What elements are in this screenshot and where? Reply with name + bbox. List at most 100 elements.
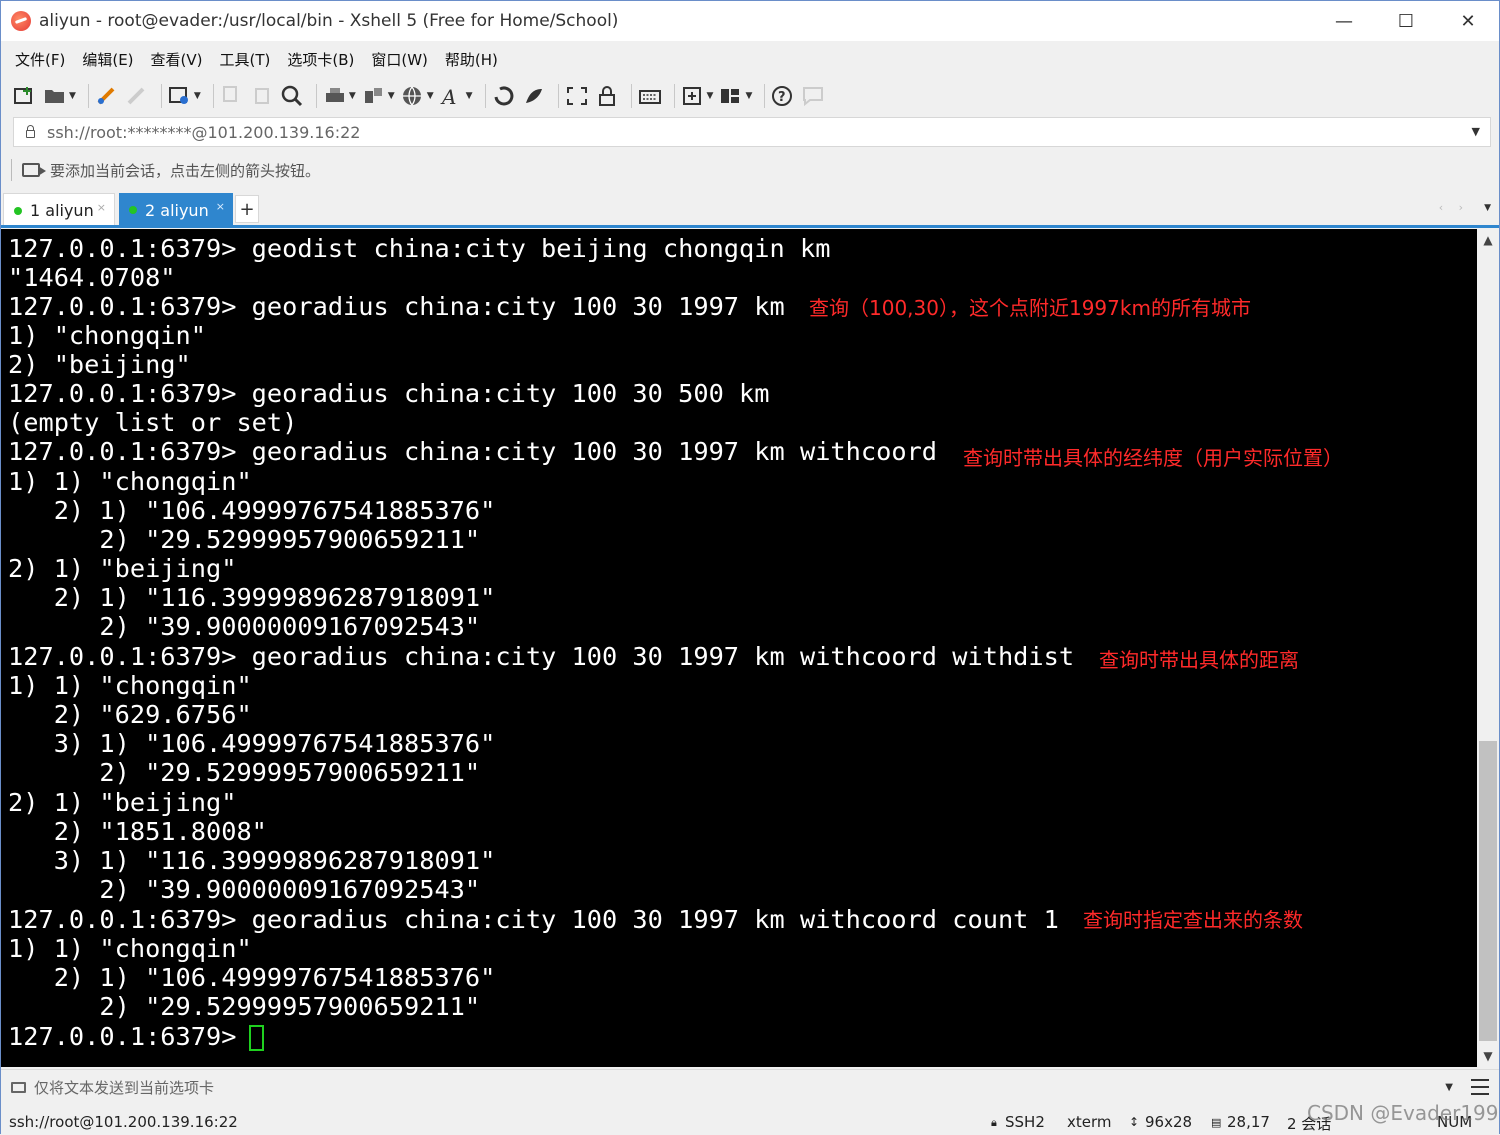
connected-status-icon <box>14 206 22 215</box>
menu-tools[interactable]: 工具(T) <box>220 49 271 70</box>
add-tab-button[interactable]: + <box>235 195 259 223</box>
terminal-line: 2) "29.52999957900659211" <box>8 758 481 787</box>
print-icon <box>325 88 344 102</box>
layout-button[interactable]: ▼ <box>719 81 752 111</box>
menu-window[interactable]: 窗口(W) <box>371 49 428 70</box>
fullscreen-button[interactable] <box>565 81 589 111</box>
chevron-down-icon: ▼ <box>193 91 201 101</box>
terminal-cursor <box>249 1025 264 1051</box>
address-dropdown-icon[interactable]: ▼ <box>1472 125 1480 138</box>
tab-list-dropdown-icon[interactable]: ▼ <box>1484 203 1491 213</box>
terminal-line: 2) "29.52999957900659211" <box>8 525 481 554</box>
terminal-line: 2) "beijing" <box>8 350 191 379</box>
paste-button[interactable] <box>250 81 274 111</box>
tab-close-icon[interactable]: × <box>216 200 225 213</box>
script-icon <box>494 86 513 106</box>
toolbar-separator <box>160 84 162 108</box>
status-cursor-position: 28,17 <box>1227 1113 1270 1131</box>
tab-label: 1 aliyun <box>30 201 94 220</box>
active-tab-underline <box>1 225 1499 228</box>
new-tab-button[interactable]: ▼ <box>681 81 713 111</box>
close-button[interactable]: ✕ <box>1437 1 1499 41</box>
layout-icon <box>721 89 740 103</box>
terminal-line: 2) "29.52999957900659211" <box>8 992 481 1021</box>
xftp-icon <box>525 89 542 103</box>
svg-text:A: A <box>440 85 456 107</box>
terminal-line: 1) 1) "chongqin" <box>8 934 252 963</box>
compose-dropdown-icon[interactable]: ▼ <box>1445 1082 1453 1093</box>
terminal-line: 2) 1) "106.49999767541885376" <box>8 963 496 992</box>
terminal-line: 3) 1) "106.49999767541885376" <box>8 729 496 758</box>
terminal-line: (empty list or set) <box>8 408 298 437</box>
status-terminal-type: xterm <box>1067 1113 1112 1131</box>
terminal-line: "1464.0708" <box>8 263 176 292</box>
tab-bar: 1 aliyun × 2 aliyun × + ‹ › ▼ <box>1 191 1499 228</box>
annotation-note: 查询（100,30），这个点附近1997km的所有城市 <box>809 296 1251 320</box>
address-bar[interactable]: ssh://root:********@101.200.139.16:22 ▼ <box>13 117 1491 147</box>
font-button[interactable]: A ▼ <box>440 81 473 111</box>
new-session-button[interactable] <box>13 81 37 111</box>
scrollbar-thumb[interactable] <box>1479 741 1497 1041</box>
menu-help[interactable]: 帮助(H) <box>445 49 498 70</box>
chevron-down-icon: ▼ <box>387 91 395 101</box>
terminal-scrollbar[interactable]: ▲ ▼ <box>1477 229 1499 1067</box>
keyboard-icon <box>638 90 661 104</box>
terminal-line: 127.0.0.1:6379> georadius china:city 100… <box>8 437 938 466</box>
svg-text:?: ? <box>778 90 786 105</box>
terminal-line: 2) "629.6756" <box>8 700 252 729</box>
maximize-button[interactable]: ☐ <box>1375 1 1437 41</box>
hamburger-menu-icon[interactable] <box>1471 1079 1489 1095</box>
menu-file[interactable]: 文件(F) <box>15 49 65 70</box>
toolbar-separator <box>673 84 675 108</box>
transfer-button[interactable]: ▼ <box>362 81 395 111</box>
status-protocol: SSH2 <box>1005 1113 1045 1131</box>
connect-button[interactable] <box>95 81 119 111</box>
watermark: CSDN @Evader1997 <box>1307 1101 1500 1125</box>
tab-label: 2 aliyun <box>145 200 209 220</box>
scroll-up-icon[interactable]: ▲ <box>1477 229 1499 251</box>
keyboard-button[interactable] <box>638 81 662 111</box>
connected-status-icon <box>129 206 137 214</box>
toolbar-separator <box>212 84 214 108</box>
divider <box>11 159 12 181</box>
chat-button[interactable] <box>801 81 825 111</box>
help-button[interactable]: ? <box>771 81 795 111</box>
address-field[interactable]: ssh://root:********@101.200.139.16:22 <box>47 123 360 142</box>
xftp-button[interactable] <box>522 81 546 111</box>
properties-icon <box>168 87 188 104</box>
connect-icon <box>97 87 115 105</box>
compose-bar[interactable]: 仅将文本发送到当前选项卡 ▼ <box>1 1069 1499 1105</box>
lock-icon <box>26 125 35 138</box>
terminal-line: 127.0.0.1:6379> georadius china:city 100… <box>8 292 785 321</box>
terminal-line: 2) 1) "beijing" <box>8 788 237 817</box>
chat-icon <box>803 87 824 107</box>
terminal-pane[interactable]: 127.0.0.1:6379> geodist china:city beiji… <box>1 229 1477 1067</box>
properties-button[interactable]: ▼ <box>168 81 201 111</box>
print-button[interactable]: ▼ <box>323 81 356 111</box>
menu-edit[interactable]: 编辑(E) <box>82 49 133 70</box>
minimize-button[interactable]: — <box>1313 1 1375 41</box>
annotation-note: 查询时带出具体的距离 <box>1099 648 1299 672</box>
compose-target-label: 仅将文本发送到当前选项卡 <box>34 1079 215 1097</box>
tab-scroll-arrows-icon[interactable]: ‹ › <box>1439 201 1469 214</box>
terminal-line: 127.0.0.1:6379> <box>8 1022 252 1051</box>
add-session-arrow-icon[interactable] <box>22 163 46 177</box>
chevron-down-icon: ▼ <box>745 91 753 101</box>
terminal-line: 1) 1) "chongqin" <box>8 467 252 496</box>
tab-close-icon[interactable]: × <box>97 201 106 214</box>
copy-button[interactable] <box>220 81 244 111</box>
menu-view[interactable]: 查看(V) <box>151 49 203 70</box>
lock-button[interactable] <box>595 81 619 111</box>
tab-aliyun-2[interactable]: 2 aliyun × <box>119 193 233 227</box>
script-button[interactable] <box>492 81 516 111</box>
tab-aliyun-1[interactable]: 1 aliyun × <box>3 193 115 227</box>
menu-tabs[interactable]: 选项卡(B) <box>287 49 354 70</box>
globe-button[interactable]: ▼ <box>401 81 434 111</box>
terminal-line: 2) 1) "beijing" <box>8 554 237 583</box>
scroll-down-icon[interactable]: ▼ <box>1477 1045 1499 1067</box>
status-size: 96x28 <box>1145 1113 1193 1131</box>
terminal-line: 3) 1) "116.39999896287918091" <box>8 846 496 875</box>
find-button[interactable] <box>280 81 304 111</box>
disconnect-button[interactable] <box>125 81 149 111</box>
open-folder-button[interactable]: ▼ <box>43 81 76 111</box>
